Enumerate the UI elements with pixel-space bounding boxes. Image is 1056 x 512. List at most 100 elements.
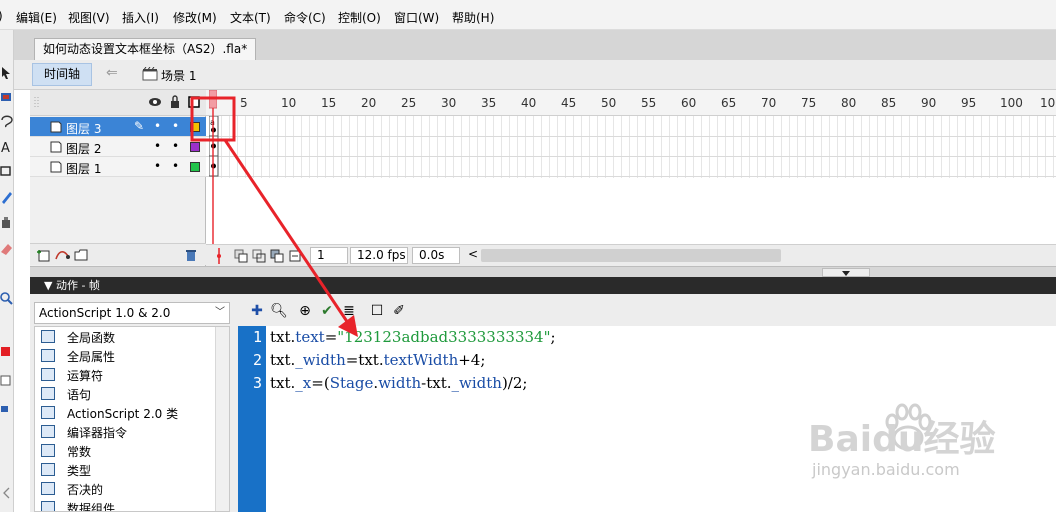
tick-label: 25 [401, 96, 417, 110]
menu-edit[interactable]: 编辑(E) [16, 9, 57, 26]
collapse-arrow-icon[interactable] [0, 486, 13, 500]
visibility-dot[interactable]: • [154, 139, 161, 153]
layer-row-3[interactable]: 图层 3 ✎ • • [30, 117, 206, 137]
selection-tool-icon[interactable] [0, 66, 13, 80]
find-icon[interactable]: 🔍︎ [270, 302, 288, 320]
tick-label: 10 [1040, 96, 1056, 110]
add-motion-guide-icon[interactable] [54, 248, 72, 262]
back-arrow-icon[interactable]: ⇐ [106, 65, 118, 81]
modify-markers-icon[interactable] [288, 249, 302, 263]
actions-title-text: 动作 - 帧 [55, 279, 100, 292]
edit-multiple-frames-icon[interactable] [270, 249, 284, 263]
menu-insert[interactable]: 插入(I) [122, 9, 159, 26]
layer-name[interactable]: 图层 3 [66, 120, 101, 137]
tick-label: 20 [361, 96, 377, 110]
swap-colors-icon[interactable] [0, 402, 13, 416]
list-item[interactable]: 运算符 [35, 365, 215, 384]
code-line[interactable]: txt._width=txt.textWidth+4; [270, 351, 485, 369]
show-code-hint-icon[interactable]: ☐ [368, 302, 386, 320]
layer-color-swatch[interactable] [190, 142, 200, 152]
text-tool-icon[interactable]: A [0, 140, 13, 154]
line-number-gutter: 1 2 3 [238, 326, 266, 512]
layer-row-1[interactable]: 图层 1 • • [30, 157, 206, 177]
onion-outline-icon[interactable] [252, 249, 266, 263]
layer-name[interactable]: 图层 1 [66, 160, 101, 177]
outline-icon[interactable] [188, 96, 200, 108]
eraser-tool-icon[interactable] [0, 242, 13, 256]
check-syntax-icon[interactable]: ✔ [318, 302, 336, 320]
layer-icon [50, 161, 62, 173]
layer-color-swatch[interactable] [190, 122, 200, 132]
fps-field[interactable]: 12.0 fps [350, 247, 408, 264]
divider-handle[interactable] [822, 268, 870, 277]
onion-skin-icon[interactable] [234, 249, 248, 263]
frames-area[interactable]: 5 10 15 20 25 30 35 40 45 50 55 60 65 70… [206, 90, 1056, 266]
list-item[interactable]: ActionScript 2.0 类 [35, 403, 215, 422]
actions-panel-title[interactable]: ▼ 动作 - 帧 [30, 277, 1056, 294]
debug-options-icon[interactable]: ✐ [390, 302, 408, 320]
auto-format-icon[interactable]: ≣ [340, 302, 358, 320]
timeline-button[interactable]: 时间轴 [32, 63, 92, 86]
menu-commands[interactable]: 命令(C) [284, 9, 326, 26]
vertical-scrollbar[interactable] [215, 327, 229, 511]
layer-footer [30, 243, 206, 265]
frame-grid[interactable]: a [206, 116, 1056, 178]
list-item[interactable]: 数据组件 [35, 498, 215, 511]
lock-dot[interactable]: • [172, 139, 179, 153]
lock-dot[interactable]: • [172, 159, 179, 173]
code-line[interactable]: txt._x=(Stage.width-txt._width)/2; [270, 374, 527, 392]
stroke-color-icon[interactable] [0, 344, 13, 358]
menu-help[interactable]: 帮助(H) [452, 9, 494, 26]
actionscript-version-select[interactable]: ActionScript 1.0 & 2.0 ﹀ [34, 302, 230, 324]
list-item[interactable]: 语句 [35, 384, 215, 403]
ink-bottle-tool-icon[interactable] [0, 216, 13, 230]
code-line[interactable]: txt.text="123123adbad3333333334"; [270, 328, 556, 346]
collapse-triangle-icon[interactable]: ▼ [44, 279, 52, 292]
list-item[interactable]: 常数 [35, 441, 215, 460]
playhead[interactable] [209, 90, 217, 250]
add-statement-icon[interactable]: ✚ [248, 302, 266, 320]
list-item[interactable]: 类型 [35, 460, 215, 479]
menu-text[interactable]: 文本(T) [230, 9, 271, 26]
document-tab[interactable]: 如何动态设置文本框坐标（AS2）.fla* [34, 38, 257, 60]
document-tab-bar: 如何动态设置文本框坐标（AS2）.fla* [14, 30, 1056, 60]
menu-control[interactable]: 控制(O) [338, 9, 381, 26]
lock-icon[interactable] [170, 95, 180, 109]
scene-label[interactable]: 场景 1 [161, 67, 196, 84]
new-folder-icon[interactable] [74, 248, 88, 262]
tick-label: 5 [240, 96, 248, 110]
scroll-left-icon[interactable]: < [468, 247, 478, 261]
zoom-tool-icon[interactable] [0, 292, 13, 306]
frame-ruler[interactable]: 5 10 15 20 25 30 35 40 45 50 55 60 65 70… [206, 90, 1056, 116]
lock-dot[interactable]: • [172, 119, 179, 133]
layer-row-2[interactable]: 图层 2 • • [30, 137, 206, 157]
insert-target-path-icon[interactable]: ⊕ [296, 302, 314, 320]
new-layer-icon[interactable] [36, 248, 50, 262]
list-item[interactable]: 编译器指令 [35, 422, 215, 441]
fill-color-icon[interactable] [0, 374, 13, 388]
layer-color-swatch[interactable] [190, 162, 200, 172]
tick-label: 50 [601, 96, 617, 110]
actions-toolbox-list[interactable]: 全局函数 全局属性 运算符 语句 ActionScript 2.0 类 编译器指… [34, 326, 230, 512]
menu-window[interactable]: 窗口(W) [394, 9, 439, 26]
horizontal-scrollbar[interactable] [481, 249, 781, 262]
tick-label: 90 [921, 96, 937, 110]
eye-icon[interactable] [148, 97, 162, 107]
menu-modify[interactable]: 修改(M) [173, 9, 217, 26]
list-item[interactable]: 全局属性 [35, 346, 215, 365]
pencil-tool-icon[interactable] [0, 190, 13, 204]
transform-tool-icon[interactable] [0, 90, 13, 104]
list-item[interactable]: 否决的 [35, 479, 215, 498]
list-item[interactable]: 全局函数 [35, 327, 215, 346]
rectangle-tool-icon[interactable] [0, 164, 13, 178]
trash-icon[interactable] [184, 248, 198, 262]
visibility-dot[interactable]: • [154, 159, 161, 173]
menu-view[interactable]: 视图(V) [68, 9, 110, 26]
layer-name[interactable]: 图层 2 [66, 140, 101, 157]
lasso-tool-icon[interactable] [0, 114, 13, 128]
code-editor[interactable]: txt.text="123123adbad3333333334"; txt._w… [266, 326, 1056, 512]
visibility-dot[interactable]: • [154, 119, 161, 133]
current-frame-field[interactable]: 1 [310, 247, 348, 264]
panel-divider[interactable] [30, 266, 1056, 277]
center-frame-icon[interactable] [214, 248, 224, 264]
